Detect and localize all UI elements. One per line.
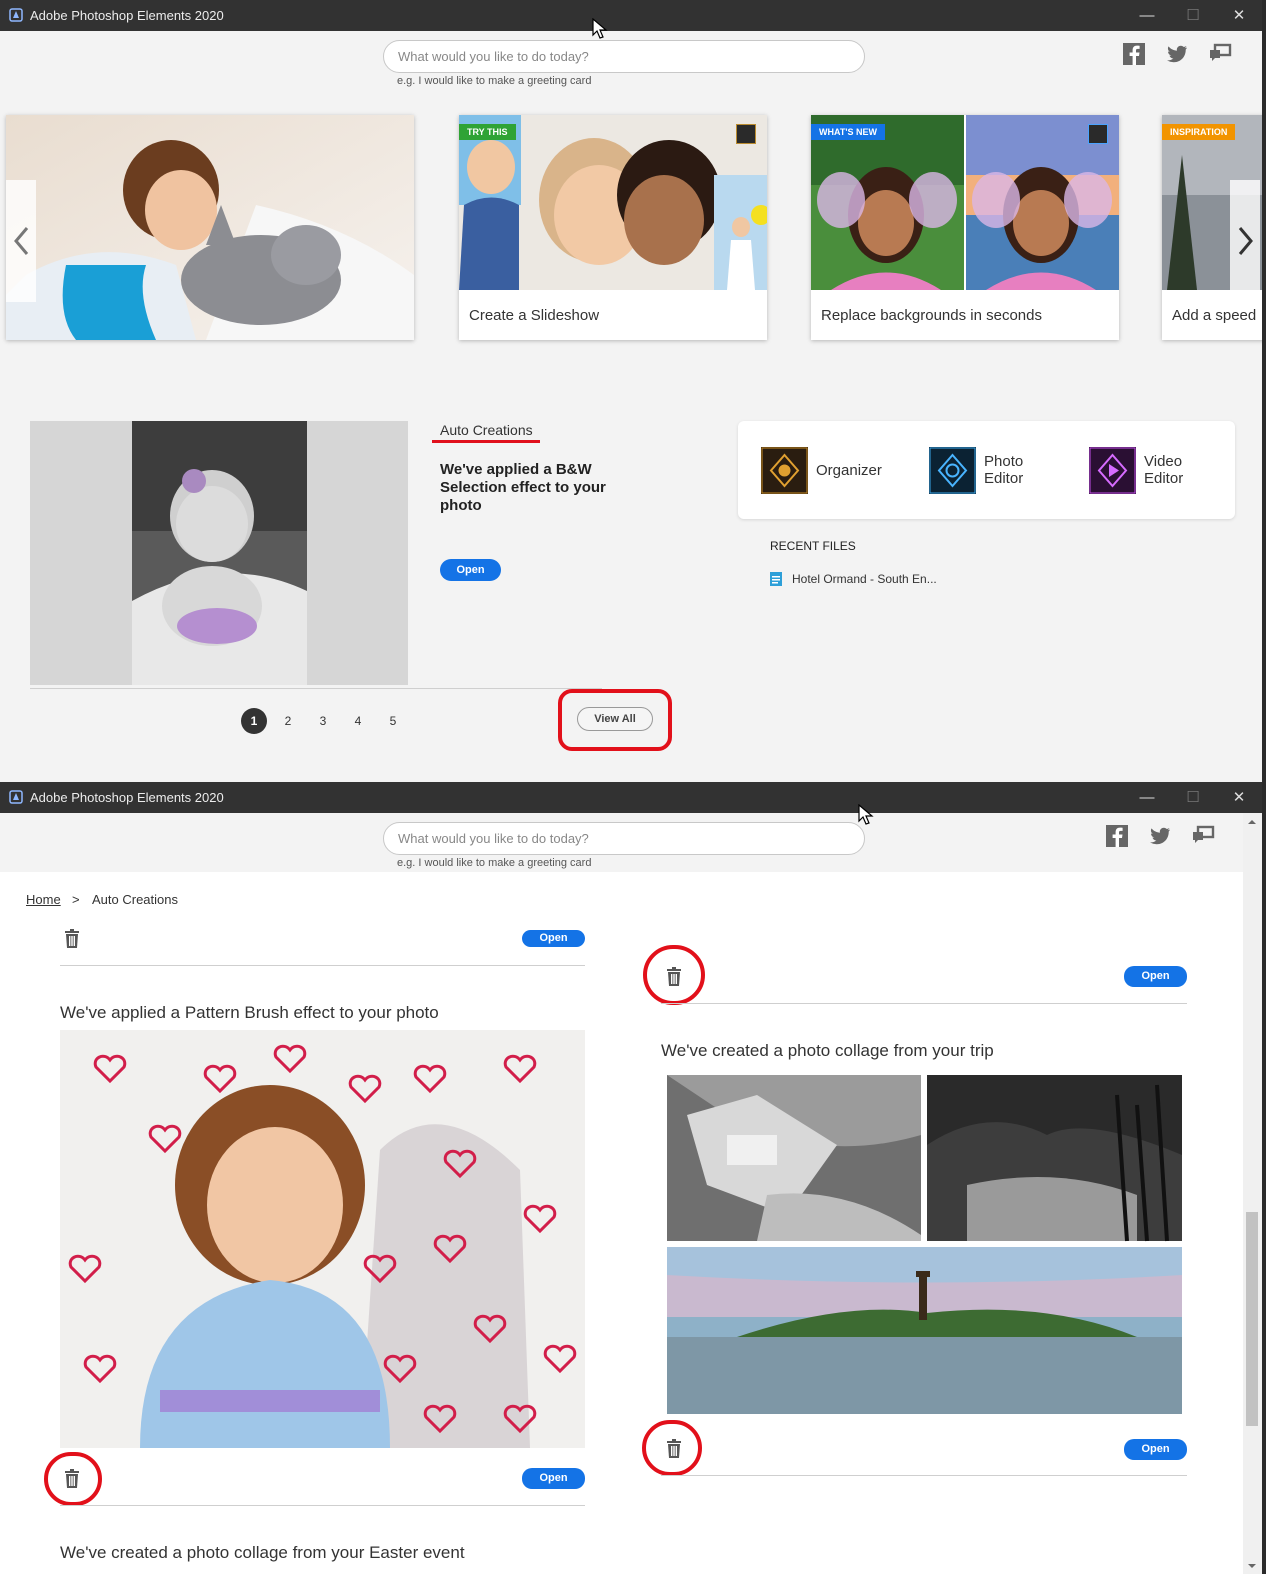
open-button[interactable]: Open (1124, 1439, 1187, 1460)
photo-editor-small-icon (1088, 124, 1108, 144)
app-logo-icon (9, 8, 23, 22)
page-3-button[interactable]: 3 (310, 708, 336, 734)
scrollbar[interactable] (1243, 813, 1262, 1574)
photo-editor-small-icon (736, 124, 756, 144)
mouse-cursor-icon (592, 18, 608, 39)
app-logo-icon (9, 790, 23, 804)
scrollbar-thumb[interactable] (1246, 1212, 1258, 1426)
hero-photo (6, 115, 414, 340)
photo-editor-label-line2: Editor (984, 470, 1024, 487)
open-button[interactable]: Open (440, 559, 501, 581)
card-badge: WHAT'S NEW (811, 124, 885, 140)
breadcrumb-current: Auto Creations (92, 892, 178, 907)
carousel-next-button[interactable] (1230, 180, 1260, 302)
window-title: Adobe Photoshop Elements 2020 (30, 8, 224, 23)
close-button[interactable]: ✕ (1216, 782, 1262, 813)
section-underline (432, 440, 540, 443)
divider (30, 688, 602, 689)
annotation-highlight (44, 1452, 102, 1506)
organizer-icon[interactable] (761, 447, 808, 494)
chevron-left-icon (14, 227, 29, 255)
open-button[interactable]: Open (1124, 966, 1187, 987)
search-input[interactable]: What would you like to do today? (383, 40, 865, 73)
close-button[interactable]: ✕ (1216, 0, 1262, 31)
trash-icon[interactable] (62, 928, 82, 950)
carousel-card-backgrounds[interactable]: WHAT'S NEW Replace backgrounds in second… (811, 115, 1119, 340)
annotation-highlight (558, 689, 672, 751)
window-title: Adobe Photoshop Elements 2020 (30, 790, 224, 805)
baby-photo (132, 421, 307, 685)
page-4-button[interactable]: 4 (345, 708, 371, 734)
video-editor-label-line2: Editor (1144, 470, 1184, 487)
twitter-icon[interactable] (1164, 41, 1190, 67)
feedback-icon[interactable] (1190, 823, 1216, 849)
title-bar: Adobe Photoshop Elements 2020 — ☐ ✕ (0, 782, 1262, 813)
creation-title: We've created a photo collage from your … (661, 1041, 994, 1060)
page-2-button[interactable]: 2 (275, 708, 301, 734)
open-button[interactable]: Open (522, 1468, 585, 1489)
creation-title: We've applied a Pattern Brush effect to … (60, 1003, 439, 1022)
search-input[interactable]: What would you like to do today? (383, 822, 865, 855)
card-caption: Replace backgrounds in seconds (821, 307, 1042, 324)
maximize-button[interactable]: ☐ (1170, 0, 1216, 31)
title-bar: Adobe Photoshop Elements 2020 — ☐ ✕ (0, 0, 1262, 31)
card-badge: INSPIRATION (1162, 124, 1236, 140)
file-icon (770, 572, 782, 586)
auto-creations-window: Adobe Photoshop Elements 2020 — ☐ ✕ What… (0, 782, 1262, 1574)
breadcrumb-separator: > (72, 892, 80, 907)
facebook-icon[interactable] (1121, 41, 1147, 67)
maximize-button[interactable]: ☐ (1170, 782, 1216, 813)
breadcrumb-home[interactable]: Home (26, 892, 61, 907)
minimize-button[interactable]: — (1124, 782, 1170, 813)
trip-collage-photo[interactable] (667, 1075, 1182, 1414)
photo-editor-label-line1: Photo (984, 453, 1024, 470)
home-window: Adobe Photoshop Elements 2020 — ☐ ✕ What… (0, 0, 1262, 782)
divider (60, 1505, 585, 1506)
feedback-icon[interactable] (1207, 41, 1233, 67)
facebook-icon[interactable] (1104, 823, 1130, 849)
divider (661, 1475, 1187, 1476)
annotation-highlight (642, 1420, 702, 1476)
divider (60, 965, 585, 966)
page-5-button[interactable]: 5 (380, 708, 406, 734)
scroll-up-icon[interactable] (1246, 818, 1258, 826)
card-badge: TRY THIS (459, 124, 516, 140)
divider (661, 1003, 1187, 1004)
page-1-button[interactable]: 1 (241, 708, 267, 734)
creation-title: We've created a photo collage from your … (60, 1543, 465, 1562)
video-editor-label-line1: Video (1144, 453, 1183, 470)
minimize-button[interactable]: — (1124, 0, 1170, 31)
scroll-down-icon[interactable] (1246, 1562, 1258, 1570)
search-hint: e.g. I would like to make a greeting car… (397, 75, 592, 87)
section-title[interactable]: Auto Creations (440, 422, 533, 438)
card-caption: Add a speed (1172, 307, 1257, 324)
organizer-label[interactable]: Organizer (816, 462, 882, 479)
annotation-highlight (643, 945, 705, 1005)
backgrounds-photo (811, 115, 1119, 290)
photo-editor-icon[interactable] (929, 447, 976, 494)
chevron-right-icon (1238, 227, 1253, 255)
recent-file-item[interactable]: Hotel Ormand - South En... (792, 572, 937, 586)
carousel-prev-button[interactable] (6, 180, 36, 302)
carousel-card-slideshow[interactable]: TRY THIS Create a Slideshow (459, 115, 767, 340)
open-button[interactable]: Open (522, 930, 585, 947)
mouse-cursor-icon (858, 804, 874, 825)
card-caption: Create a Slideshow (469, 307, 600, 324)
pattern-brush-photo[interactable] (60, 1030, 585, 1448)
video-editor-label[interactable]: Video Editor (1144, 453, 1183, 487)
recent-files-title: RECENT FILES (770, 539, 856, 553)
twitter-icon[interactable] (1147, 823, 1173, 849)
feature-description: We've applied a B&W Selection effect to … (440, 461, 606, 514)
search-hint: e.g. I would like to make a greeting car… (397, 857, 592, 869)
slideshow-photo (459, 115, 767, 290)
carousel-card-hero[interactable] (6, 115, 414, 340)
video-editor-icon[interactable] (1089, 447, 1136, 494)
photo-editor-label[interactable]: Photo Editor (984, 453, 1023, 487)
